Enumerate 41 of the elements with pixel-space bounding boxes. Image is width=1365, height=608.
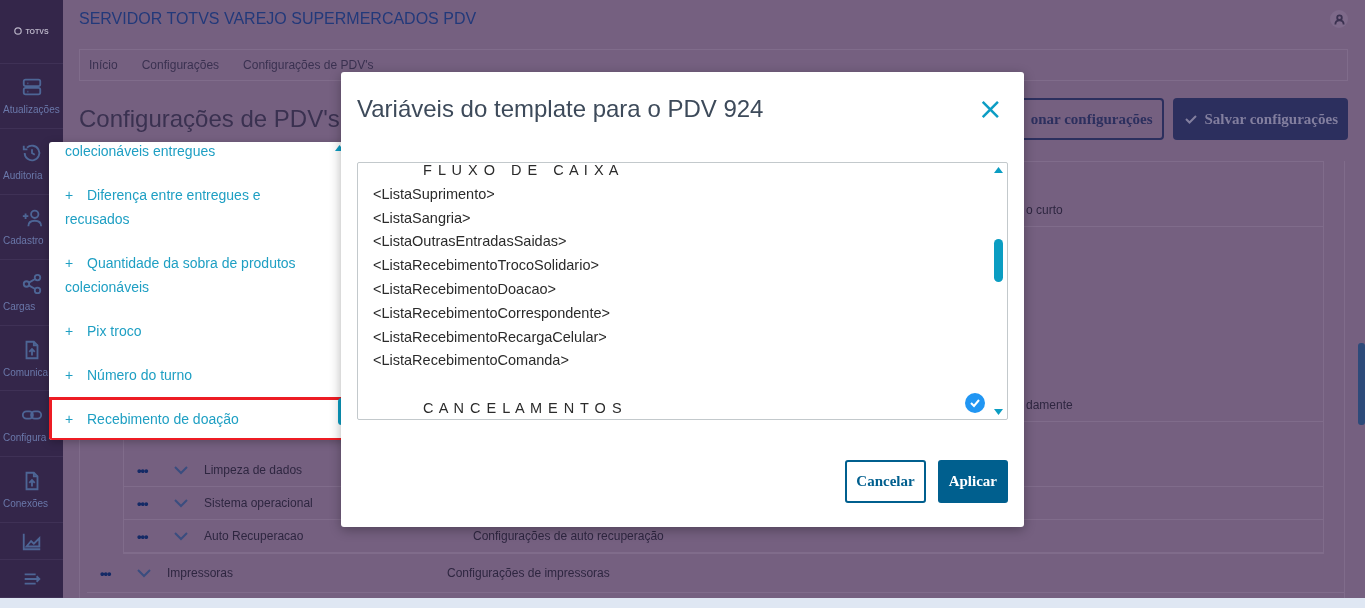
more-menu[interactable]: •••	[100, 565, 120, 581]
save-button[interactable]: Salvar configurações	[1172, 98, 1348, 140]
apply-button[interactable]: Aplicar	[937, 460, 1008, 503]
row-description: Configurações de impressoras	[447, 566, 610, 580]
share-icon[interactable]	[20, 273, 43, 296]
sidebar-item[interactable]: Auditoria	[3, 169, 43, 181]
row-name: Limpeza de dados	[204, 463, 304, 477]
chevron-down-icon[interactable]	[174, 496, 188, 510]
user-icon[interactable]	[1330, 10, 1348, 28]
row-description: o curto	[1026, 203, 1063, 217]
cancel-button[interactable]: Cancelar	[845, 460, 926, 503]
more-menu[interactable]: •••	[137, 528, 157, 544]
scroll-down-icon[interactable]	[994, 409, 1003, 415]
row-name: Auto Recuperacao	[204, 529, 305, 543]
sidebar-item[interactable]: Cargas	[3, 301, 36, 313]
breadcrumb-item[interactable]: Configurações de PDV's	[243, 58, 374, 72]
page-title: Configurações de PDV's	[79, 105, 340, 133]
scrollbar-thumb[interactable]	[994, 239, 1003, 282]
row-description: damente	[1026, 398, 1073, 412]
check-icon	[1184, 113, 1197, 125]
chevron-down-icon[interactable]	[174, 463, 188, 477]
row-name: Impressoras	[167, 566, 235, 580]
more-menu[interactable]: •••	[137, 495, 157, 511]
breadcrumb-item[interactable]: Início	[89, 58, 118, 72]
sidebar-item[interactable]: Conexões	[3, 497, 49, 509]
chevron-down-icon[interactable]	[137, 566, 151, 580]
dialog-title: Variáveis do template para o PDV 924	[357, 95, 764, 123]
sidebar-item[interactable]: Configura	[3, 432, 47, 444]
row-name: Sistema operacional	[204, 496, 314, 510]
more-menu[interactable]: •••	[137, 462, 157, 478]
check-icon[interactable]	[965, 393, 985, 413]
template-field[interactable]: F L U X O D E C A I X A <ListaSuprimento> <ListaSangria> <ListaOutrasEntradasSaidas> <ListaRecebimentoTrocoSolidario> <ListaRecebimentoDoacao> <ListaRecebimentoCorrespondente> <ListaRecebimentoRecargaCelular> <ListaRecebimentoComanda> C A N C E L A M E N T O S	[357, 162, 1008, 420]
sidebar-item[interactable]: Cadastro	[3, 235, 44, 247]
app-title: SERVIDOR TOTVS VAREJO SUPERMERCADOS PDV	[79, 10, 477, 28]
breadcrumb-item[interactable]: Configurações	[141, 58, 220, 72]
sidebar-item[interactable]: Comunica	[3, 366, 49, 378]
sidebar-item[interactable]: Atualizações	[3, 104, 60, 116]
scrollbar[interactable]	[1358, 343, 1365, 425]
scroll-up-icon[interactable]	[994, 167, 1003, 173]
chevron-down-icon[interactable]	[174, 529, 188, 543]
row-description: Configurações de auto recuperação	[473, 529, 664, 543]
